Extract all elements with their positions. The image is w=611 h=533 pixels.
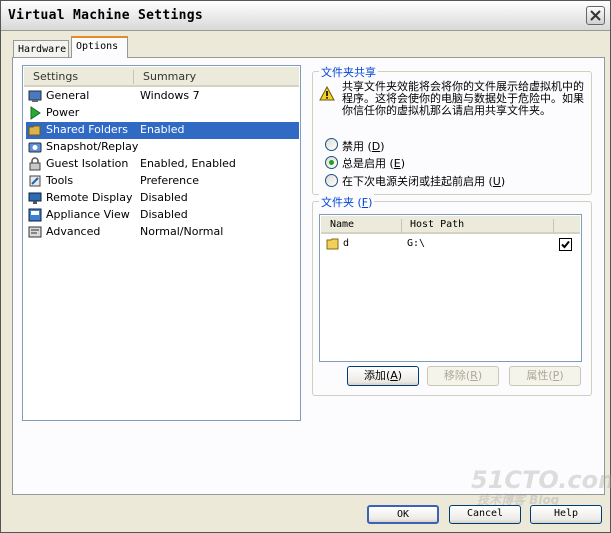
folders-group: 文件夹 (F) Name Host Path d G:\ 添加(A) 移除(R)…	[312, 194, 592, 396]
options-row-guest-isolation[interactable]: Guest Isolation Enabled, Enabled	[26, 156, 299, 173]
options-row-power[interactable]: Power	[26, 105, 299, 122]
options-list-header: Settings Summary	[24, 67, 299, 87]
options-row-name: Shared Folders	[46, 123, 128, 136]
options-row-name: Advanced	[46, 225, 101, 238]
options-row-shared-folders[interactable]: Shared Folders Enabled	[26, 122, 299, 139]
folder-icon	[326, 238, 339, 250]
lock-icon	[29, 157, 41, 171]
options-row-summary: Disabled	[140, 191, 188, 204]
add-button[interactable]: 添加(A)	[347, 366, 419, 386]
folder-name: d	[343, 238, 350, 249]
ok-button[interactable]: OK	[367, 505, 439, 524]
watermark: 51CTO.com 技术博客 Blog	[471, 466, 611, 507]
name-column-header[interactable]: Name	[330, 219, 354, 230]
monitor-icon	[28, 192, 42, 204]
options-row-appliance-view[interactable]: Appliance View Disabled	[26, 207, 299, 224]
table-row[interactable]: d G:\	[321, 237, 580, 253]
folders-table[interactable]: Name Host Path d G:\	[319, 214, 582, 362]
settings-column-header[interactable]: Settings	[33, 70, 78, 83]
column-divider[interactable]	[553, 219, 554, 233]
folders-table-header: Name Host Path	[321, 216, 580, 234]
cancel-button[interactable]: Cancel	[449, 505, 521, 524]
folder-sharing-group: 文件夹共享 共享文件夹效能将会将你的文件展示给虚拟机中的程序。这将会使你的电脑与…	[312, 64, 592, 195]
options-row-summary: Preference	[140, 174, 199, 187]
options-row-name: Tools	[46, 174, 74, 187]
options-row-summary: Enabled, Enabled	[140, 157, 236, 170]
enable-until-poweroff-radio-label[interactable]: 在下次电源关闭或挂起前启用 (U)	[342, 173, 505, 189]
always-enabled-radio-label[interactable]: 总是启用 (E)	[342, 155, 405, 171]
folders-title: 文件夹 (F)	[319, 194, 375, 210]
folder-enabled-checkbox[interactable]	[559, 238, 572, 251]
host-path-column-header[interactable]: Host Path	[410, 219, 464, 230]
options-row-snapshot-replay[interactable]: Snapshot/Replay	[26, 139, 299, 156]
snapshot-icon	[28, 142, 42, 153]
folder-sharing-title: 文件夹共享	[319, 64, 378, 80]
close-icon	[590, 10, 601, 21]
warning-text: 共享文件夹效能将会将你的文件展示给虚拟机中的程序。这将会使你的电脑与数据处于危险…	[342, 80, 584, 117]
options-row-name: Power	[46, 106, 80, 119]
shared-folders-icon	[28, 125, 41, 136]
disabled-radio-label[interactable]: 禁用 (D)	[342, 138, 385, 154]
summary-column-header[interactable]: Summary	[143, 70, 196, 83]
options-row-name: Remote Display	[46, 191, 133, 204]
options-list[interactable]: Settings Summary General Windows 7 Power…	[22, 65, 301, 421]
general-icon	[28, 90, 42, 102]
options-row-remote-display[interactable]: Remote Display Disabled	[26, 190, 299, 207]
options-row-name: General	[46, 89, 90, 102]
checkmark-icon	[561, 240, 570, 249]
options-row-summary: Disabled	[140, 208, 188, 221]
folder-host-path: G:\	[407, 238, 426, 249]
properties-button[interactable]: 属性(P)	[509, 366, 581, 386]
settings-window: Virtual Machine Settings Hardware Option…	[0, 0, 611, 533]
power-icon	[30, 106, 41, 120]
options-row-name: Snapshot/Replay	[46, 140, 139, 153]
warning-icon	[319, 86, 335, 101]
always-enabled-radio[interactable]	[325, 156, 338, 169]
options-row-summary: Windows 7	[140, 89, 200, 102]
title-bar[interactable]: Virtual Machine Settings	[1, 1, 610, 31]
options-row-tools[interactable]: Tools Preference	[26, 173, 299, 190]
help-button[interactable]: Help	[530, 505, 602, 524]
tab-hardware[interactable]: Hardware	[13, 40, 69, 57]
tab-options[interactable]: Options	[71, 36, 128, 58]
options-row-general[interactable]: General Windows 7	[26, 88, 299, 105]
close-button[interactable]	[586, 6, 605, 25]
advanced-icon	[28, 226, 42, 238]
appliance-icon	[28, 208, 42, 222]
options-row-name: Guest Isolation	[46, 157, 129, 170]
options-row-name: Appliance View	[46, 208, 130, 221]
options-row-summary: Enabled	[140, 123, 185, 136]
options-row-summary: Normal/Normal	[140, 225, 224, 238]
tools-icon	[29, 175, 41, 187]
options-row-advanced[interactable]: Advanced Normal/Normal	[26, 224, 299, 241]
window-title: Virtual Machine Settings	[8, 8, 204, 23]
column-divider[interactable]	[133, 70, 134, 84]
disabled-radio[interactable]	[325, 138, 338, 151]
remove-button[interactable]: 移除(R)	[427, 366, 499, 386]
column-divider[interactable]	[401, 219, 402, 233]
enable-until-poweroff-radio[interactable]	[325, 174, 338, 187]
